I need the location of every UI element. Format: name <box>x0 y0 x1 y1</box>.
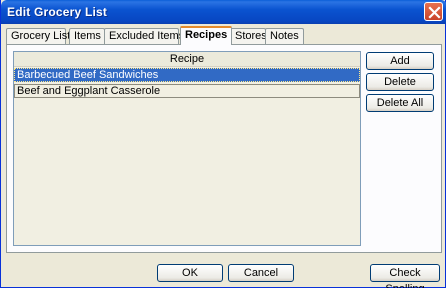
delete-all-button[interactable]: Delete All <box>366 94 434 112</box>
list-item[interactable]: Barbecued Beef Sandwiches <box>14 68 360 82</box>
cancel-button[interactable]: Cancel <box>228 264 294 282</box>
close-button[interactable] <box>424 2 443 21</box>
title-bar[interactable]: Edit Grocery List <box>1 0 446 24</box>
tab-stores[interactable]: Stores <box>230 28 267 44</box>
window-title: Edit Grocery List <box>7 5 108 19</box>
tab-recipes[interactable]: Recipes <box>180 26 232 45</box>
ok-button[interactable]: OK <box>157 264 223 282</box>
recipes-list[interactable]: Recipe Barbecued Beef Sandwiches Beef an… <box>13 51 361 246</box>
check-spelling-button[interactable]: Check Spelling <box>370 264 440 288</box>
edit-grocery-list-dialog: Edit Grocery List Grocery List Items Exc… <box>0 0 446 288</box>
add-button[interactable]: Add <box>366 52 434 70</box>
tab-excluded-items[interactable]: Excluded Items <box>104 28 184 44</box>
tab-grocery-list[interactable]: Grocery List <box>6 28 70 44</box>
tab-items[interactable]: Items <box>69 28 105 44</box>
column-header-recipe[interactable]: Recipe <box>14 52 360 67</box>
close-icon <box>428 6 441 19</box>
dialog-footer: OK Cancel Check Spelling <box>1 256 446 288</box>
recipes-tab-panel: Recipe Barbecued Beef Sandwiches Beef an… <box>6 44 442 253</box>
tab-strip: Grocery List Items Excluded Items Recipe… <box>6 26 442 45</box>
delete-button[interactable]: Delete <box>366 73 434 91</box>
list-item[interactable]: Beef and Eggplant Casserole <box>14 84 360 98</box>
tab-notes[interactable]: Notes <box>265 28 304 44</box>
